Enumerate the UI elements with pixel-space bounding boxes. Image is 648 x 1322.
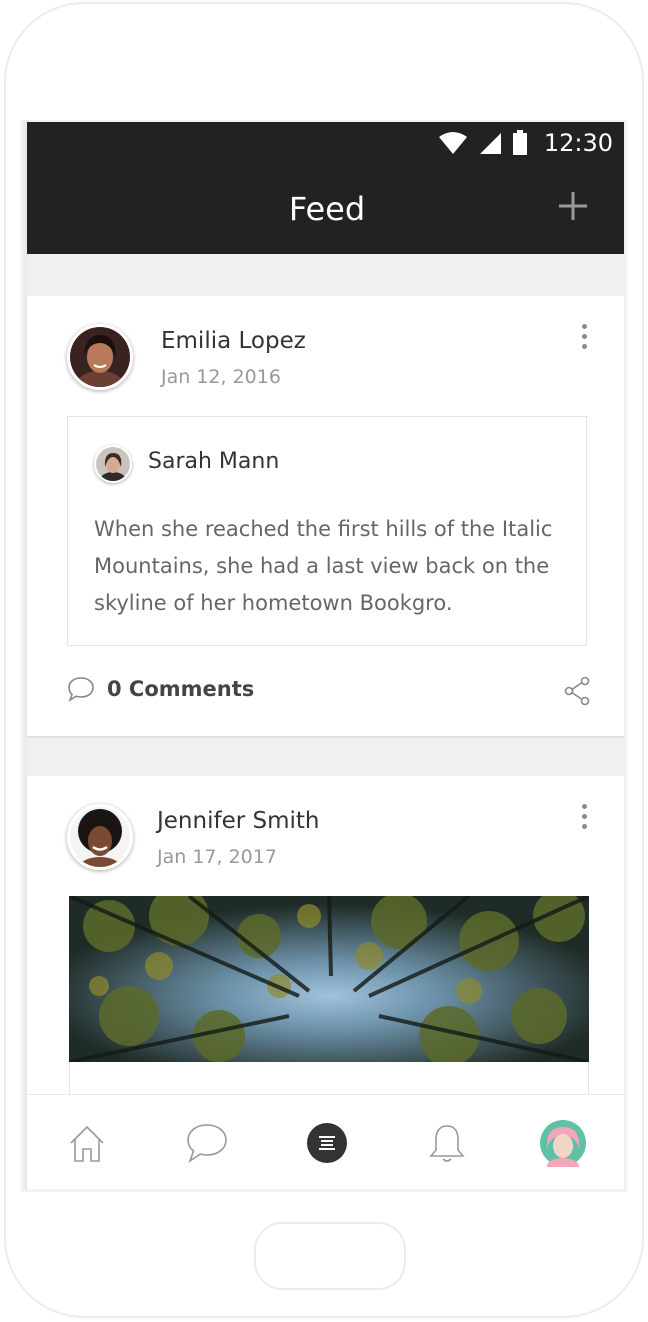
post-author[interactable]: Jennifer Smith bbox=[157, 808, 319, 834]
more-options-icon[interactable] bbox=[579, 324, 589, 354]
tab-notifications[interactable] bbox=[423, 1119, 471, 1167]
post-date: Jan 17, 2017 bbox=[157, 846, 277, 868]
bottom-tab-bar bbox=[27, 1094, 624, 1189]
battery-icon bbox=[512, 130, 527, 155]
comments-button[interactable]: 0 Comments bbox=[67, 676, 254, 702]
shared-post[interactable]: Sarah Mann When she reached the first hi… bbox=[67, 416, 587, 646]
tab-home[interactable] bbox=[63, 1119, 111, 1167]
status-bar: 12:30 bbox=[27, 122, 624, 164]
app-screen: 12:30 Feed Emilia Lopez Jan 12, 2016 Sar… bbox=[27, 120, 624, 1189]
author-avatar[interactable] bbox=[67, 324, 133, 390]
shared-author-avatar[interactable] bbox=[94, 445, 132, 483]
wifi-icon bbox=[438, 132, 467, 154]
shared-author-name[interactable]: Sarah Mann bbox=[148, 449, 279, 474]
home-icon bbox=[70, 1125, 104, 1162]
chat-icon bbox=[187, 1124, 227, 1164]
post-image[interactable] bbox=[69, 896, 589, 1062]
tab-profile[interactable] bbox=[539, 1119, 587, 1167]
add-post-button[interactable] bbox=[559, 192, 587, 220]
comments-count: 0 Comments bbox=[107, 677, 255, 701]
tab-feed[interactable] bbox=[303, 1119, 351, 1167]
plus-icon bbox=[559, 192, 587, 220]
feed-icon bbox=[307, 1123, 347, 1163]
author-avatar[interactable] bbox=[67, 804, 133, 870]
shared-post-text: When she reached the first hills of the … bbox=[94, 517, 553, 615]
page-title: Feed bbox=[288, 190, 366, 228]
app-bar: Feed bbox=[27, 164, 624, 254]
screen: 12:30 Feed Emilia Lopez Jan 12, 2016 Sar… bbox=[21, 120, 627, 1192]
home-button[interactable] bbox=[254, 1222, 406, 1290]
comment-icon bbox=[68, 677, 94, 702]
profile-avatar bbox=[540, 1120, 586, 1167]
share-icon[interactable] bbox=[563, 676, 591, 706]
post-author[interactable]: Emilia Lopez bbox=[161, 328, 306, 354]
more-options-icon[interactable] bbox=[579, 804, 589, 834]
cellular-signal-icon bbox=[479, 133, 501, 154]
tab-messages[interactable] bbox=[183, 1119, 231, 1167]
status-time: 12:30 bbox=[543, 129, 613, 157]
bell-icon bbox=[429, 1125, 465, 1162]
post-card: Emilia Lopez Jan 12, 2016 Sarah Mann Whe… bbox=[27, 296, 624, 736]
post-date: Jan 12, 2016 bbox=[161, 366, 281, 388]
